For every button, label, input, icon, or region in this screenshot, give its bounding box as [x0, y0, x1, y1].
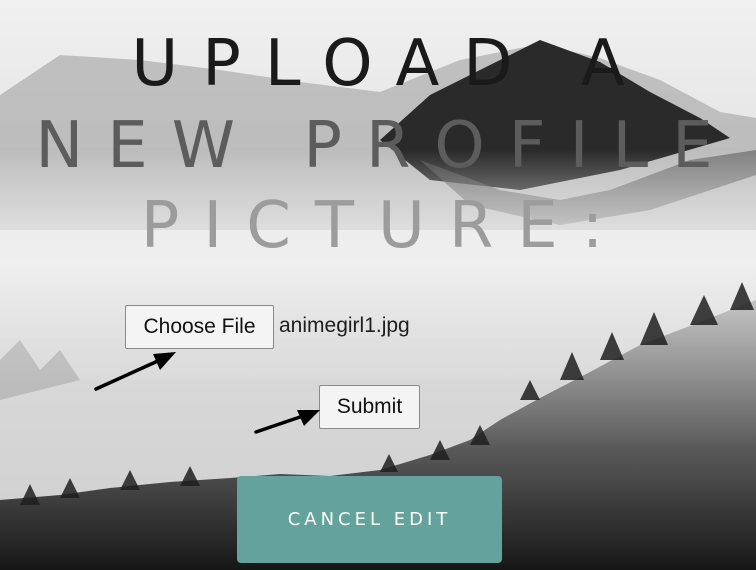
choose-file-button[interactable]: Choose File — [125, 305, 274, 349]
submit-button[interactable]: Submit — [319, 385, 420, 429]
page-title-line-3: PICTURE: — [140, 189, 628, 263]
page-title-line-1: UPLOAD A — [131, 27, 649, 101]
page-title-line-2: NEW PROFILE — [35, 109, 737, 183]
cancel-edit-button[interactable]: CANCEL EDIT — [237, 476, 502, 563]
selected-file-name: animegirl1.jpg — [279, 314, 410, 337]
